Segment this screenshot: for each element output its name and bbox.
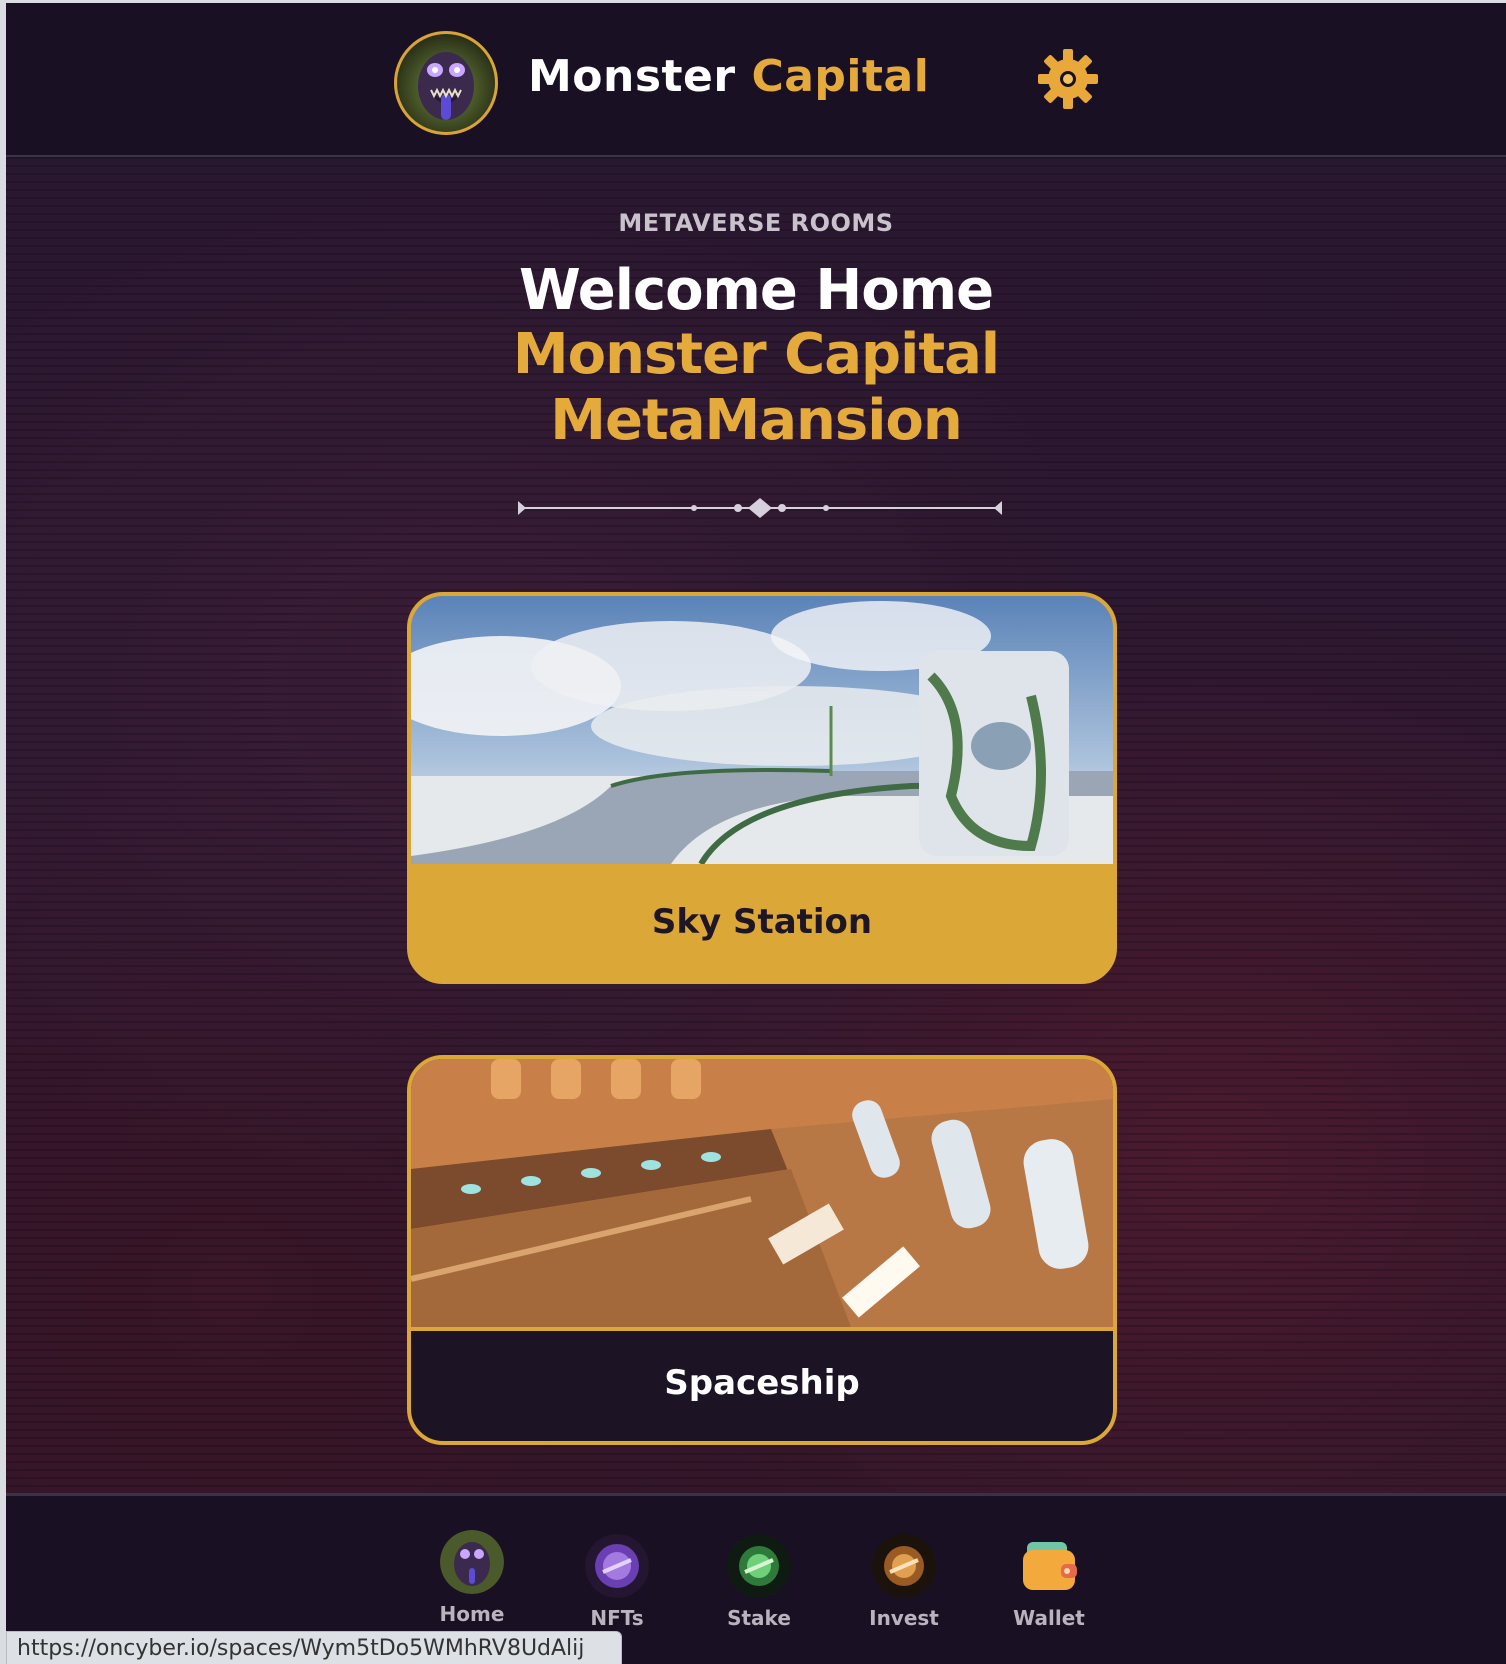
nav-item-invest[interactable]: Invest (849, 1534, 959, 1630)
invest-orb-icon (872, 1534, 936, 1598)
hero-title-line-2: Monster Capital (512, 322, 1000, 387)
monster-logo-avatar[interactable] (394, 31, 498, 135)
nav-label-nfts: NFTs (590, 1606, 644, 1630)
nav-item-stake[interactable]: Stake (704, 1534, 814, 1630)
nav-label-wallet: Wallet (1013, 1606, 1085, 1630)
nav-item-home[interactable]: Home (417, 1530, 527, 1626)
room-card-spaceship[interactable]: Spaceship (407, 1055, 1117, 1445)
nav-label-stake: Stake (727, 1606, 791, 1630)
header: Monster Capital (6, 3, 1506, 157)
room-label-sky-station: Sky Station (651, 902, 873, 942)
page: Monster Capital METAVERSE ROOMS Welcome … (0, 0, 1506, 1664)
brand-second-word: Capital (751, 51, 930, 102)
brand-title[interactable]: Monster Capital (528, 51, 929, 102)
section-eyebrow: METAVERSE ROOMS (618, 209, 894, 237)
sky-station-image (411, 596, 1113, 864)
stake-orb-icon (727, 1534, 791, 1598)
nav-item-nfts[interactable]: NFTs (562, 1534, 672, 1630)
brand-first-word: Monster (528, 51, 736, 102)
room-card-sky-station[interactable]: Sky Station (407, 592, 1117, 984)
gear-icon[interactable] (1036, 47, 1100, 111)
hero-title-line-1: Welcome Home (518, 258, 994, 323)
nft-orb-icon (585, 1534, 649, 1598)
nav-item-wallet[interactable]: Wallet (994, 1534, 1104, 1630)
ornamental-divider (518, 498, 1002, 518)
monster-avatar-icon (418, 52, 474, 120)
hero-title-line-3: MetaMansion (550, 388, 963, 453)
monster-avatar-icon (440, 1530, 504, 1594)
room-label-spaceship: Spaceship (664, 1363, 860, 1403)
status-bar-url: https://oncyber.io/spaces/Wym5tDo5WMhRV8… (6, 1631, 622, 1664)
nav-label-invest: Invest (869, 1606, 939, 1630)
wallet-icon (1023, 1542, 1077, 1590)
spaceship-image (411, 1059, 1113, 1331)
nav-label-home: Home (439, 1602, 505, 1626)
